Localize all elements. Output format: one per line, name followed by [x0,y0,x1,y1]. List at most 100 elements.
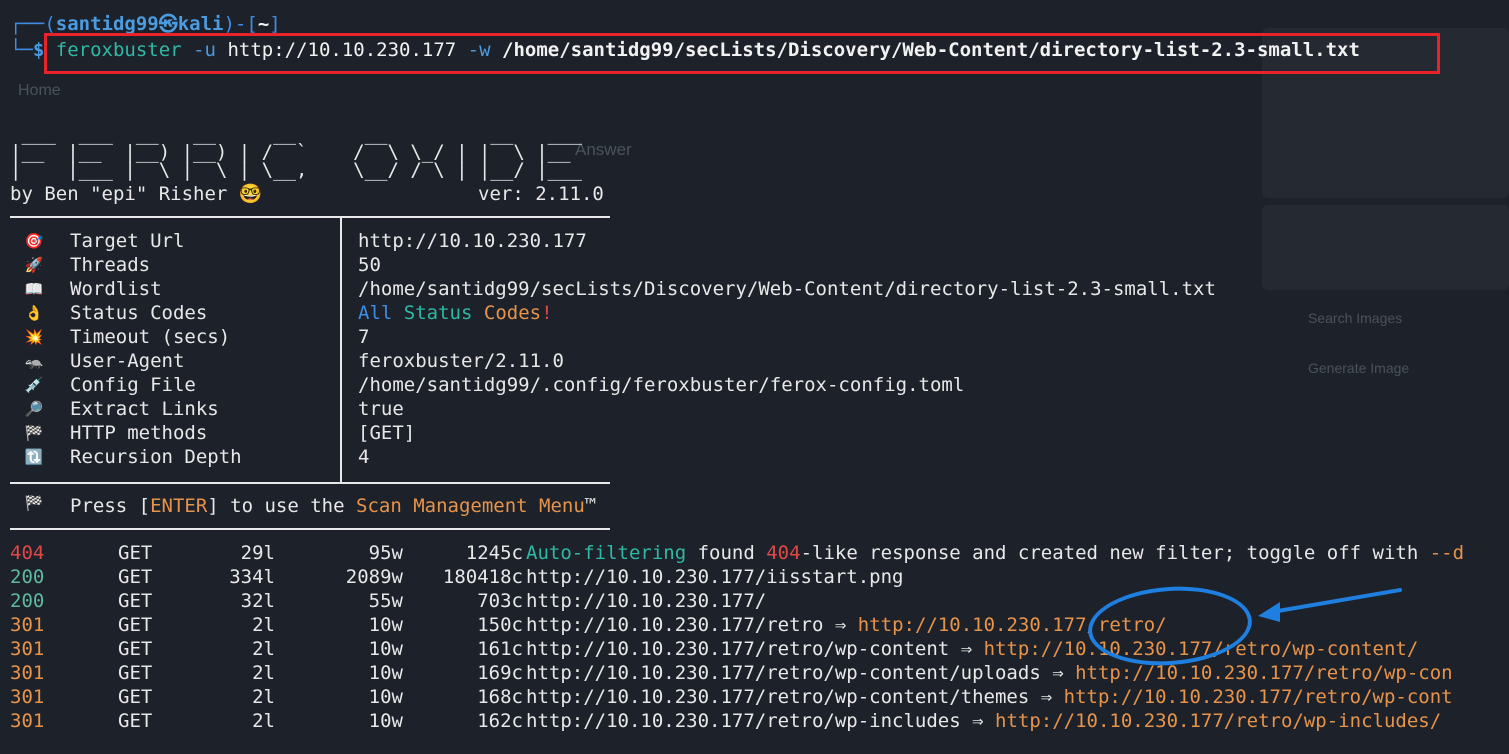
config-icon: 🔃 [24,448,44,466]
config-value: All Status Codes! [358,302,553,324]
config-value: 50 [358,254,381,276]
status-bang: ! [541,302,553,324]
result-url[interactable]: http://10.10.230.177/iisstart.png [526,566,904,588]
result-chars: 703c [477,590,523,612]
result-words: 95w [368,542,403,564]
config-icon: 📖 [24,280,44,298]
status-status: Status [403,302,473,324]
divider-vertical [340,216,342,482]
config-value: /home/santidg99/secLists/Discovery/Web-C… [358,278,1216,300]
result-method: GET [118,566,153,588]
result-method: GET [118,710,153,732]
result-lines: 334l [229,566,275,588]
redirect-arrow-icon: ⇒ [949,638,984,660]
config-label: Config File [70,374,196,396]
config-icon: 🚀 [24,256,44,274]
prompt-user: santidg99㉿kali [55,13,224,35]
result-chars: 168c [477,686,523,708]
divider-middle [10,482,610,484]
config-label: Threads [70,254,151,276]
banner-author: by Ben "epi" Risher 🤓 [10,183,263,205]
config-icon: 💥 [24,328,44,346]
result-lines: 2l [252,710,275,732]
result-chars: 1245c [465,542,523,564]
config-value: http://10.10.230.177 [358,230,587,252]
result-chars: 180418c [442,566,523,588]
prompt-dir: ~ [257,13,270,35]
result-chars: 162c [477,710,523,732]
flag-icon: 🏁 [24,494,44,512]
banner-ascii-line-3: | |___ | \ | \ | \__, \__/ / \ | |__/ |_… [10,159,582,181]
result-url[interactable]: http://10.10.230.177/retro/wp-content/th… [526,686,1029,708]
result-url[interactable]: http://10.10.230.177/retro [526,614,823,636]
command-highlight-box [44,33,1440,74]
config-label: HTTP methods [70,422,208,444]
config-label: Status Codes [70,302,208,324]
result-status: 200 [10,566,45,588]
result-method: GET [118,686,153,708]
divider-top [10,216,610,218]
result-message: Auto-filtering found 404-like response a… [526,542,1464,564]
result-lines: 2l [252,686,275,708]
result-url[interactable]: http://10.10.230.177/ [526,590,766,612]
result-url-group: http://10.10.230.177/retro ⇒ http://10.1… [526,614,1167,636]
result-method: GET [118,590,153,612]
result-status: 301 [10,662,45,684]
result-words: 2089w [345,566,403,588]
enter-key: ENTER [150,495,208,517]
config-label: User-Agent [70,350,185,372]
result-status: 404 [10,542,45,564]
config-value: [GET] [358,422,416,444]
result-url-group: http://10.10.230.177/iisstart.png [526,566,904,588]
note-flag: --d [1429,542,1465,564]
result-url[interactable]: http://10.10.230.177/retro/wp-includes [526,710,961,732]
terminal-window: ┌──(santidg99㉿kali)-[~] └─$ feroxbuster … [0,0,1509,754]
config-icon: 🎯 [24,232,44,250]
result-chars: 161c [477,638,523,660]
config-value: /home/santidg99/.config/feroxbuster/fero… [358,374,965,396]
scan-management-menu: Scan Management Menu [356,495,585,517]
result-lines: 2l [252,638,275,660]
result-method: GET [118,662,153,684]
config-label: Wordlist [70,278,162,300]
result-lines: 29l [240,542,275,564]
note-text: -like response and created new filter; t… [800,542,1430,564]
config-value: 7 [358,326,370,348]
redirect-arrow-icon: ⇒ [823,614,858,636]
auto-filtering: Auto-filtering [526,542,687,564]
result-url[interactable]: http://10.10.230.177/retro/wp-content [526,638,949,660]
prompt-end: ] [269,13,281,35]
config-icon: 👌 [24,304,44,322]
redirect-arrow-icon: ⇒ [1040,662,1076,684]
note-404: 404 [766,542,801,564]
result-method: GET [118,638,153,660]
result-url[interactable]: http://10.10.230.177/retro/wp-content/up… [526,662,1041,684]
result-lines: 2l [252,662,275,684]
config-value: true [358,398,404,420]
result-chars: 150c [477,614,523,636]
result-url-group: http://10.10.230.177/retro/wp-content/th… [526,686,1453,708]
result-method: GET [118,542,153,564]
result-lines: 2l [252,614,275,636]
result-url-group: http://10.10.230.177/retro/wp-includes ⇒… [526,710,1441,732]
result-redirect[interactable]: http://10.10.230.177/retro/wp-cont [1064,686,1453,708]
note-found: found [686,542,767,564]
status-codes: Codes [483,302,542,324]
result-words: 10w [368,614,403,636]
result-url-group: http://10.10.230.177/retro/wp-content/up… [526,662,1453,684]
config-value: 4 [358,446,370,468]
result-status: 301 [10,710,45,732]
result-status: 301 [10,686,45,708]
result-chars: 169c [477,662,523,684]
status-all: All [358,302,393,324]
config-icon: 🏁 [24,424,44,442]
result-words: 10w [368,710,403,732]
prompt-close: )-[ [223,13,258,35]
prompt-open: ┌──( [10,13,56,35]
result-redirect[interactable]: http://10.10.230.177/retro/wp-con [1075,662,1453,684]
result-redirect[interactable]: http://10.10.230.177/retro/wp-includes/ [995,710,1441,732]
result-status: 200 [10,590,45,612]
trademark: ™ [584,495,597,517]
config-label: Recursion Depth [70,446,242,468]
config-label: Target Url [70,230,185,252]
